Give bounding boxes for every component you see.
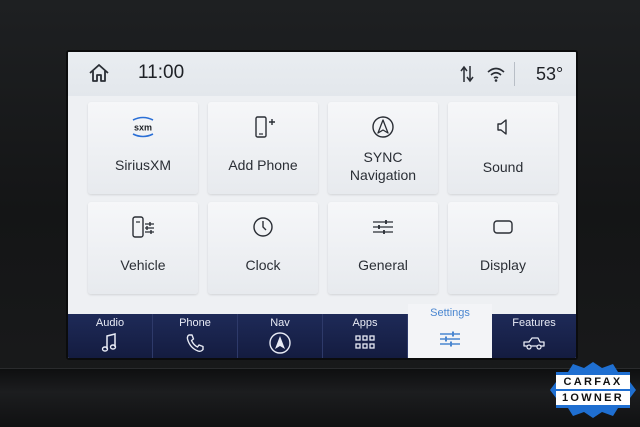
tile-label: Display [480,257,526,273]
tile-clock[interactable]: Clock [208,202,318,294]
status-divider [514,62,515,86]
nav-label: Audio [95,317,125,329]
outside-temperature: 53° [536,64,564,84]
clock-icon [253,217,273,237]
nav-arrow-icon [269,332,291,354]
nav-nav[interactable]: Nav [238,314,323,358]
carfax-line2: 1OWNER [556,391,630,405]
nav-phone[interactable]: Phone [153,314,238,358]
nav-label: Apps [352,317,378,329]
add-phone-icon [255,116,275,138]
truck-icon [523,337,545,350]
tile-sound[interactable]: Sound [448,102,558,194]
nav-label: Nav [270,317,290,329]
apps-grid-icon [355,335,375,349]
nav-label: Settings [430,307,470,319]
navigation-icon [372,116,394,138]
tile-siriusxm[interactable]: sxm SiriusXM [88,102,198,194]
siriusxm-logo-text: sxm [134,123,152,133]
nav-label: Features [512,317,556,329]
music-note-icon [101,333,117,352]
tile-label-line1: SYNC [363,149,403,165]
tile-add-phone[interactable]: Add Phone [208,102,318,194]
tile-general[interactable]: General [328,202,438,294]
tile-label-line2: Navigation [349,167,417,183]
sync-screen: 11:00 53° sxm SiriusXM Add Phone SYNC Na… [66,50,578,360]
vehicle-settings-icon [132,216,154,238]
dashboard-trim [0,368,640,427]
home-icon[interactable] [88,62,110,84]
tile-label: Sound [482,159,524,175]
settings-sliders-icon [440,331,460,347]
tile-display[interactable]: Display [448,202,558,294]
nav-audio[interactable]: Audio [68,314,153,358]
carfax-letter: CARFAX [556,375,630,389]
carfax-line1: CARFAX [556,375,630,389]
siriusxm-logo: sxm [132,116,154,138]
settings-grid: sxm SiriusXM Add Phone SYNC Navigation S… [88,102,558,347]
phone-handset-icon [186,334,204,352]
nav-apps[interactable]: Apps [323,314,408,358]
nav-settings[interactable]: Settings [408,304,492,358]
tile-sync-navigation[interactable]: SYNC Navigation [328,102,438,194]
tile-label: Vehicle [120,257,166,273]
speaker-icon [497,119,507,135]
tile-label: SiriusXM [114,157,171,173]
tile-label: Clock [245,257,281,273]
clock-time: 11:00 [138,62,185,83]
tile-label: Add Phone [228,157,298,173]
bottom-nav-bar: Audio Phone Nav Apps Settings Features [68,304,576,358]
badge-starburst [550,362,636,418]
wifi-icon [487,67,505,82]
sliders-icon [373,220,393,234]
status-bar: 11:00 53° [68,52,576,96]
carfax-letter: 1OWNER [556,391,630,405]
nav-features[interactable]: Features [492,314,576,358]
carfax-one-owner-badge: CARFAX 1OWNER [550,362,636,418]
tile-label: General [358,257,408,273]
display-icon [493,220,513,234]
nav-label: Phone [179,317,211,329]
tile-vehicle[interactable]: Vehicle [88,202,198,294]
sync-arrows-icon [460,65,474,83]
